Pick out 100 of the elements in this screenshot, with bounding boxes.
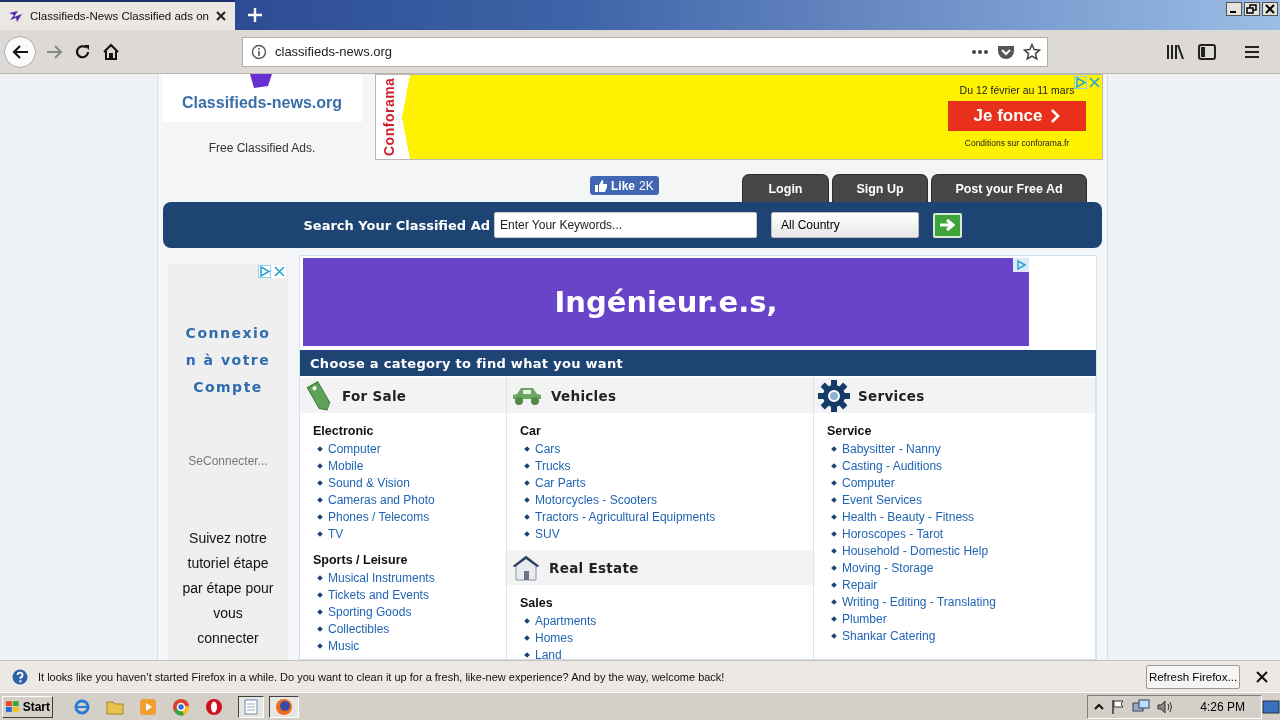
- back-button[interactable]: [4, 35, 36, 68]
- category-link[interactable]: Computer: [842, 475, 895, 490]
- bullet-icon: [317, 574, 323, 581]
- chevron-up-icon[interactable]: [1094, 701, 1105, 712]
- internet-explorer-icon[interactable]: [73, 697, 91, 716]
- chrome-icon[interactable]: [172, 697, 190, 716]
- category-link[interactable]: Apartments: [535, 613, 597, 628]
- close-icon[interactable]: [214, 10, 227, 22]
- reload-icon[interactable]: [74, 42, 92, 61]
- category-link[interactable]: Moving - Storage: [842, 560, 934, 575]
- category-link[interactable]: Repair: [842, 577, 878, 592]
- bullet-icon: [831, 632, 837, 639]
- url-text: classifieds-news.org: [275, 44, 394, 59]
- category-link[interactable]: Collectibles: [328, 621, 390, 636]
- home-icon[interactable]: [102, 42, 120, 61]
- category-link[interactable]: Music: [328, 638, 360, 653]
- flag-icon[interactable]: [1110, 698, 1127, 715]
- tagline: Free Classified Ads.: [208, 141, 316, 155]
- category-link[interactable]: Household - Domestic Help: [842, 543, 989, 558]
- advertisement-banner[interactable]: Conforama Du 12 février au 11 mars Je fonce Conditions sur conforama.fr: [375, 74, 1103, 160]
- adchoices-icon[interactable]: [258, 265, 271, 278]
- category-link[interactable]: Cars: [535, 441, 561, 456]
- firefox-task[interactable]: [269, 695, 299, 718]
- country-select[interactable]: All Country: [771, 212, 919, 238]
- more-icon[interactable]: [971, 48, 989, 55]
- notification-text: It looks like you haven’t started Firefox in a while. Do you want to clean it up for a fresh, like-new experience? And by the way, welcome back!: [38, 670, 726, 683]
- browser-tab[interactable]: Classifieds-News Classified ads on: [0, 0, 235, 30]
- category-link[interactable]: Horoscopes - Tarot: [842, 526, 944, 541]
- library-icon[interactable]: [1166, 43, 1184, 60]
- ad-link[interactable]: SeConnecter...: [188, 454, 268, 468]
- category-link[interactable]: Trucks: [535, 458, 571, 473]
- house-icon: [511, 553, 541, 582]
- close-icon[interactable]: [1256, 670, 1268, 683]
- like-button[interactable]: Like 2K: [590, 176, 659, 195]
- bullet-icon: [317, 625, 323, 632]
- section-title: Real Estate: [549, 559, 639, 576]
- category-link[interactable]: Tractors - Agricultural Equipments: [535, 509, 716, 524]
- category-link[interactable]: Homes: [535, 630, 573, 645]
- category-link[interactable]: Land: [535, 647, 562, 659]
- category-link[interactable]: Shankar Catering: [842, 628, 936, 643]
- bullet-icon: [524, 496, 530, 503]
- bullet-icon: [831, 496, 837, 503]
- arrow-right-icon: [938, 218, 957, 232]
- minimize-icon[interactable]: [1226, 2, 1242, 16]
- new-tab-icon[interactable]: [246, 7, 263, 23]
- category-link[interactable]: SUV: [535, 526, 560, 541]
- nav-tab[interactable]: Post your Free Ad: [931, 174, 1087, 202]
- bullet-icon: [831, 479, 837, 486]
- category-link[interactable]: Computer: [328, 441, 381, 456]
- refresh-button[interactable]: Refresh Firefox...: [1146, 664, 1240, 689]
- restore-icon[interactable]: [1244, 2, 1260, 16]
- group-title: Service: [827, 423, 873, 440]
- speaker-icon[interactable]: [1156, 698, 1175, 715]
- bullet-icon: [831, 581, 837, 588]
- category-link[interactable]: Tickets and Events: [328, 587, 429, 602]
- category-link[interactable]: Motorcycles - Scooters: [535, 492, 658, 507]
- category-link[interactable]: Musical Instruments: [328, 570, 435, 585]
- help-icon: [12, 668, 28, 685]
- category-link[interactable]: Plumber: [842, 611, 887, 626]
- bullet-icon: [317, 608, 323, 615]
- site-logo-text[interactable]: Classifieds-news.org: [181, 94, 342, 112]
- chevron-icon: [1050, 108, 1061, 124]
- advertisement-banner[interactable]: Ingénieur.e.s,: [303, 258, 1029, 346]
- close-icon[interactable]: [1262, 2, 1278, 16]
- category-link[interactable]: Casting - Auditions: [842, 458, 943, 473]
- firefox-icon: [275, 697, 293, 716]
- search-field[interactable]: Enter Your Keywords...: [494, 212, 757, 238]
- opera-icon[interactable]: [205, 697, 223, 716]
- start-button[interactable]: Start: [2, 695, 53, 718]
- category-link[interactable]: Event Services: [842, 492, 923, 507]
- star-icon[interactable]: [1023, 42, 1041, 61]
- nav-tab[interactable]: Login: [742, 174, 829, 202]
- notepad-icon: [243, 698, 259, 715]
- nav-tab[interactable]: Sign Up: [832, 174, 928, 202]
- ad-title[interactable]: Connexion à votre Compte: [183, 320, 273, 401]
- sidebar-icon[interactable]: [1198, 43, 1216, 60]
- menu-icon[interactable]: [1244, 44, 1260, 59]
- show-desktop-icon[interactable]: [1262, 698, 1280, 715]
- category-heading: Choose a category to find what you want: [300, 350, 1096, 376]
- category-link[interactable]: Writing - Editing - Translating: [842, 594, 996, 609]
- bullet-icon: [831, 564, 837, 571]
- network-icon[interactable]: [1132, 698, 1151, 715]
- forward-icon[interactable]: [46, 43, 64, 60]
- go-button[interactable]: [933, 212, 962, 238]
- pocket-icon[interactable]: [997, 43, 1015, 60]
- category-link[interactable]: Phones / Telecoms: [328, 509, 430, 524]
- tab-title: Classifieds-News Classified ads on: [30, 10, 209, 22]
- ad-button[interactable]: Je fonce: [948, 101, 1086, 131]
- category-link[interactable]: TV: [328, 526, 344, 541]
- notepad-task[interactable]: [238, 695, 264, 718]
- category-link[interactable]: Mobile: [328, 458, 364, 473]
- category-link[interactable]: Sound & Vision: [328, 475, 410, 490]
- category-link[interactable]: Cameras and Photo: [328, 492, 435, 507]
- address-bar[interactable]: classifieds-news.org: [242, 36, 1048, 67]
- category-link[interactable]: Health - Beauty - Fitness: [842, 509, 975, 524]
- category-link[interactable]: Sporting Goods: [328, 604, 412, 619]
- ad-dates: Du 12 février au 11 mars: [959, 84, 1075, 96]
- category-link[interactable]: Babysitter - Nanny: [842, 441, 941, 456]
- bullet-icon: [317, 479, 323, 486]
- category-link[interactable]: Car Parts: [535, 475, 586, 490]
